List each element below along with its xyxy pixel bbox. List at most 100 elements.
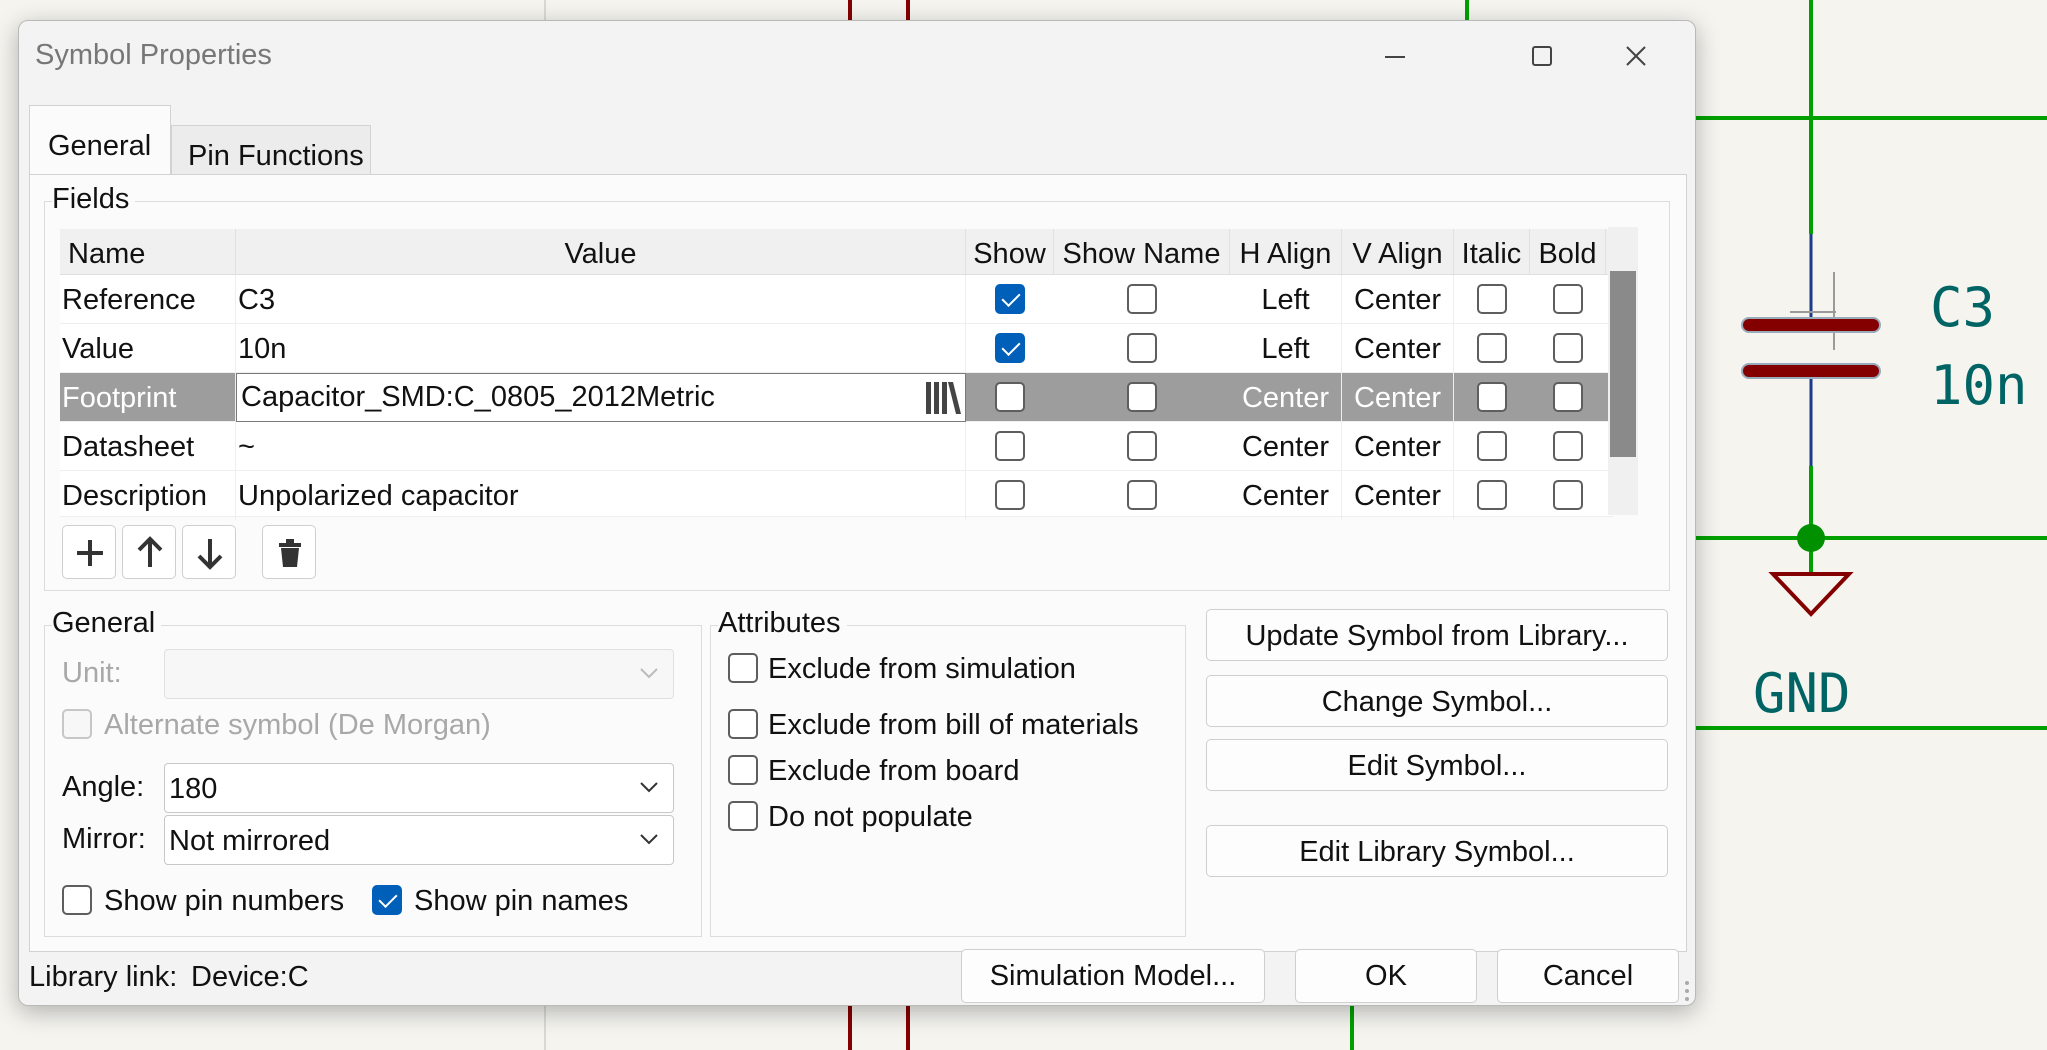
- move-up-button[interactable]: [122, 525, 176, 579]
- column-header-show[interactable]: Show: [966, 229, 1054, 275]
- scrollbar-thumb[interactable]: [1610, 271, 1636, 457]
- field-name[interactable]: Footprint: [60, 373, 236, 422]
- show-name-checkbox[interactable]: [1127, 284, 1157, 314]
- change-symbol-button[interactable]: Change Symbol...: [1206, 675, 1668, 727]
- alternate-symbol-label: Alternate symbol (De Morgan): [104, 709, 491, 741]
- table-row[interactable]: Value 10n Left Center: [60, 324, 1614, 373]
- italic-checkbox[interactable]: [1477, 284, 1507, 314]
- bold-checkbox[interactable]: [1553, 480, 1583, 510]
- exclude-bom-checkbox[interactable]: [728, 709, 758, 739]
- exclude-simulation-checkbox[interactable]: [728, 653, 758, 683]
- library-link-value: Device:C: [191, 961, 309, 993]
- footprint-value-editor[interactable]: Capacitor_SMD:C_0805_2012Metric: [236, 373, 966, 422]
- exclude-simulation-label[interactable]: Exclude from simulation: [768, 653, 1076, 686]
- show-pin-numbers-label[interactable]: Show pin numbers: [104, 885, 344, 918]
- library-browse-icon: [926, 382, 961, 414]
- v-align-cell[interactable]: Center: [1342, 373, 1454, 422]
- capacitor-symbol[interactable]: [1741, 317, 1881, 379]
- resize-grip-icon[interactable]: [1679, 979, 1695, 1003]
- show-pin-names-checkbox[interactable]: [372, 885, 402, 915]
- column-header-bold[interactable]: Bold: [1530, 229, 1606, 275]
- bold-checkbox[interactable]: [1553, 431, 1583, 461]
- exclude-bom-label[interactable]: Exclude from bill of materials: [768, 709, 1139, 742]
- column-header-value[interactable]: Value: [236, 229, 966, 275]
- show-name-checkbox[interactable]: [1127, 431, 1157, 461]
- close-button[interactable]: [1605, 35, 1665, 75]
- mirror-select[interactable]: Not mirrored: [164, 815, 674, 865]
- field-value[interactable]: ~: [236, 422, 966, 471]
- show-checkbox[interactable]: [995, 431, 1025, 461]
- tab-pin-functions[interactable]: Pin Functions: [171, 125, 371, 175]
- chevron-down-icon: [640, 668, 658, 679]
- v-align-cell[interactable]: Center: [1342, 275, 1454, 324]
- field-name[interactable]: Reference: [60, 275, 236, 324]
- chevron-down-icon: [640, 834, 658, 845]
- column-header-h-align[interactable]: H Align: [1230, 229, 1342, 275]
- show-name-checkbox[interactable]: [1127, 333, 1157, 363]
- show-checkbox[interactable]: [995, 284, 1025, 314]
- attributes-group-label: Attributes: [718, 607, 847, 640]
- show-checkbox[interactable]: [995, 480, 1025, 510]
- do-not-populate-label[interactable]: Do not populate: [768, 801, 973, 834]
- angle-select[interactable]: 180: [164, 763, 674, 813]
- show-pin-names-label[interactable]: Show pin names: [414, 885, 628, 918]
- field-name[interactable]: Datasheet: [60, 422, 236, 471]
- footprint-browser-button[interactable]: [923, 380, 963, 416]
- column-header-show-name[interactable]: Show Name: [1054, 229, 1230, 275]
- h-align-cell[interactable]: Center: [1230, 373, 1342, 422]
- italic-checkbox[interactable]: [1477, 480, 1507, 510]
- field-value[interactable]: C3: [236, 275, 966, 324]
- h-align-cell[interactable]: Left: [1230, 324, 1342, 373]
- show-name-checkbox[interactable]: [1127, 382, 1157, 412]
- column-header-italic[interactable]: Italic: [1454, 229, 1530, 275]
- table-row[interactable]: Reference C3 Left Center: [60, 275, 1614, 324]
- v-align-cell[interactable]: Center: [1342, 471, 1454, 520]
- field-value[interactable]: Unpolarized capacitor: [236, 471, 966, 520]
- show-name-checkbox[interactable]: [1127, 480, 1157, 510]
- add-field-button[interactable]: [62, 525, 116, 579]
- italic-checkbox[interactable]: [1477, 382, 1507, 412]
- simulation-model-button[interactable]: Simulation Model...: [961, 949, 1265, 1003]
- fields-grid-header: Name Value Show Show Name H Align V Alig…: [60, 229, 1614, 275]
- italic-checkbox[interactable]: [1477, 431, 1507, 461]
- unit-select: [164, 649, 674, 699]
- column-header-v-align[interactable]: V Align: [1342, 229, 1454, 275]
- exclude-board-label[interactable]: Exclude from board: [768, 755, 1019, 788]
- maximize-button[interactable]: [1511, 35, 1571, 75]
- show-checkbox[interactable]: [995, 382, 1025, 412]
- field-name[interactable]: Description: [60, 471, 236, 520]
- table-row-selected[interactable]: Footprint Capacitor_SMD:C_0805_2012Metri…: [60, 373, 1614, 422]
- field-value[interactable]: 10n: [236, 324, 966, 373]
- v-align-cell[interactable]: Center: [1342, 324, 1454, 373]
- symbol-properties-dialog: Symbol Properties General Pin Functions …: [18, 20, 1696, 1006]
- cancel-button[interactable]: Cancel: [1497, 949, 1679, 1003]
- column-header-name[interactable]: Name: [60, 229, 236, 275]
- v-align-cell[interactable]: Center: [1342, 422, 1454, 471]
- h-align-cell[interactable]: Left: [1230, 275, 1342, 324]
- move-down-button[interactable]: [182, 525, 236, 579]
- show-checkbox[interactable]: [995, 333, 1025, 363]
- do-not-populate-checkbox[interactable]: [728, 801, 758, 831]
- update-symbol-button[interactable]: Update Symbol from Library...: [1206, 609, 1668, 661]
- tab-general[interactable]: General: [29, 105, 171, 175]
- field-name[interactable]: Value: [60, 324, 236, 373]
- title-bar[interactable]: Symbol Properties: [19, 21, 1695, 89]
- bold-checkbox[interactable]: [1553, 382, 1583, 412]
- bold-checkbox[interactable]: [1553, 333, 1583, 363]
- fields-grid-scrollbar[interactable]: [1608, 227, 1638, 515]
- exclude-board-checkbox[interactable]: [728, 755, 758, 785]
- schematic-gnd-label: GND: [1753, 662, 1851, 725]
- bold-checkbox[interactable]: [1553, 284, 1583, 314]
- edit-library-symbol-button[interactable]: Edit Library Symbol...: [1206, 825, 1668, 877]
- h-align-cell[interactable]: Center: [1230, 422, 1342, 471]
- edit-symbol-button[interactable]: Edit Symbol...: [1206, 739, 1668, 791]
- italic-checkbox[interactable]: [1477, 333, 1507, 363]
- fields-grid: Name Value Show Show Name H Align V Alig…: [60, 229, 1614, 520]
- delete-field-button[interactable]: [262, 525, 316, 579]
- ok-button[interactable]: OK: [1295, 949, 1477, 1003]
- h-align-cell[interactable]: Center: [1230, 471, 1342, 520]
- minimize-button[interactable]: [1365, 35, 1425, 75]
- show-pin-numbers-checkbox[interactable]: [62, 885, 92, 915]
- table-row[interactable]: Datasheet ~ Center Center: [60, 422, 1614, 471]
- table-row[interactable]: Description Unpolarized capacitor Center…: [60, 471, 1614, 520]
